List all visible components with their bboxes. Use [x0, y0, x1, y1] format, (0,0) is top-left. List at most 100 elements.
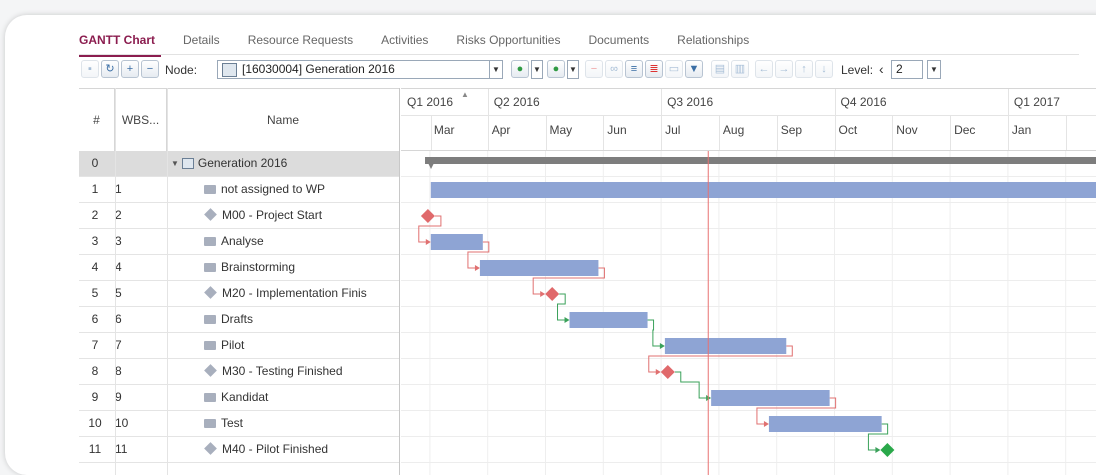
dependency-arrow[interactable]	[659, 343, 665, 349]
row-number: 5	[91, 286, 99, 300]
row-name: Brainstorming	[221, 260, 296, 274]
level-decrease-icon[interactable]: ‹	[879, 61, 884, 77]
dependency-arrow[interactable]	[763, 421, 769, 427]
tab-bar: GANTT Chart Details Resource Requests Ac…	[79, 33, 777, 57]
table-row[interactable]: 1 1 not assigned to WP	[79, 177, 399, 203]
milestone-icon	[204, 286, 217, 299]
dependency-arrow[interactable]	[875, 447, 881, 453]
add-task-dropdown-icon[interactable]: ▼	[531, 60, 543, 79]
tab-activities[interactable]: Activities	[381, 33, 428, 51]
row-number: 4	[91, 260, 99, 274]
level-select[interactable]: 2	[891, 60, 923, 79]
outdent-icon[interactable]: ←	[755, 60, 773, 78]
month-label: Sep	[780, 123, 803, 137]
grid-header: # WBS... Name ▲	[79, 88, 469, 152]
dependency-arrow[interactable]	[474, 265, 480, 271]
save-icon[interactable]: ▪	[81, 60, 99, 78]
milestone-marker[interactable]	[420, 209, 435, 223]
zoom-out-icon[interactable]: −	[141, 60, 159, 78]
table-row[interactable]: 3 3 Analyse	[79, 229, 399, 255]
node-select[interactable]: [16030004] Generation 2016	[217, 60, 502, 79]
milestone-marker[interactable]	[545, 287, 560, 301]
dependency-arrow[interactable]	[655, 369, 661, 375]
node-dropdown-arrow-icon[interactable]: ▼	[489, 60, 503, 79]
row-name: M00 - Project Start	[222, 208, 323, 222]
add-subtask-icon[interactable]: ●	[547, 60, 565, 78]
task-icon	[204, 237, 216, 246]
task-grid: # WBS... Name ▲ 0 ▼ Generation 2016 1 1 not a…	[79, 88, 469, 475]
row-name-cell: Test	[204, 411, 432, 436]
table-row[interactable]: 8 8 M30 - Testing Finished	[79, 359, 399, 385]
indent-icon[interactable]: →	[775, 60, 793, 78]
row-wbs: 9	[115, 390, 122, 404]
critical-path-icon[interactable]: ≣	[645, 60, 663, 78]
level-dropdown-arrow-icon[interactable]: ▼	[927, 60, 941, 79]
task-bar[interactable]	[569, 312, 648, 328]
summary-bar[interactable]	[425, 157, 1096, 164]
node-label: Node:	[165, 63, 198, 77]
quarter-header: Q1 2016 Q2 2016 Q3 2016 Q4 2016 Q1 2017	[401, 88, 1096, 116]
month-label: Aug	[722, 123, 745, 137]
table-row[interactable]: 10 10 Test	[79, 411, 399, 437]
column-header-name[interactable]: Name	[167, 89, 399, 151]
tab-gantt-chart[interactable]: GANTT Chart	[79, 33, 161, 57]
row-name: Analyse	[221, 234, 264, 248]
task-bar[interactable]	[430, 234, 483, 250]
move-up-icon[interactable]: ↑	[795, 60, 813, 78]
tab-resource-requests[interactable]: Resource Requests	[248, 33, 353, 51]
tab-documents[interactable]: Documents	[588, 33, 649, 51]
task-bar[interactable]	[479, 260, 599, 276]
table-row[interactable]: 6 6 Drafts	[79, 307, 399, 333]
task-bar[interactable]	[768, 416, 882, 432]
filter-icon[interactable]: ▼	[685, 60, 703, 78]
add-subtask-dropdown-icon[interactable]: ▼	[567, 60, 579, 79]
dependency-arrow[interactable]	[540, 291, 546, 297]
month-divider	[950, 115, 952, 150]
row-wbs: 8	[115, 364, 122, 378]
column-header-wbs[interactable]: WBS...	[115, 89, 167, 151]
column-header-number[interactable]: #	[79, 89, 115, 151]
milestone-marker[interactable]	[660, 365, 675, 379]
month-divider	[892, 115, 894, 150]
month-label: May	[549, 123, 573, 137]
row-name-cell: not assigned to WP	[204, 177, 432, 202]
link-icon[interactable]: ∞	[605, 60, 623, 78]
month-label: Oct	[838, 123, 858, 137]
table-row[interactable]: 11 11 M40 - Pilot Finished	[79, 437, 399, 463]
print-icon[interactable]: ▥	[731, 60, 749, 78]
row-wbs: 3	[115, 234, 122, 248]
table-row[interactable]: 9 9 Kandidat	[79, 385, 399, 411]
month-divider	[545, 115, 547, 150]
quarter-divider	[487, 89, 489, 115]
month-divider	[487, 115, 489, 150]
table-icon[interactable]: ≡	[625, 60, 643, 78]
task-bar[interactable]	[711, 390, 830, 406]
row-number: 8	[91, 364, 99, 378]
task-bar[interactable]	[664, 338, 787, 354]
table-row[interactable]: 5 5 M20 - Implementation Finis	[79, 281, 399, 307]
node-select-value: [16030004] Generation 2016	[242, 62, 395, 76]
task-bar[interactable]	[430, 182, 1096, 198]
row-name: Test	[221, 416, 244, 430]
export-icon[interactable]: ▤	[711, 60, 729, 78]
refresh-icon[interactable]: ↻	[101, 60, 119, 78]
table-row[interactable]: 2 2 M00 - Project Start	[79, 203, 399, 229]
dependency-arrow[interactable]	[564, 317, 570, 323]
tab-relationships[interactable]: Relationships	[677, 33, 749, 51]
tab-divider	[79, 54, 1079, 55]
month-divider	[603, 115, 605, 150]
add-task-icon[interactable]: ●	[511, 60, 529, 78]
month-label: Dec	[954, 123, 976, 137]
table-row[interactable]: 0 ▼ Generation 2016	[79, 151, 399, 177]
row-number: 11	[88, 442, 102, 456]
tab-details[interactable]: Details	[183, 33, 220, 51]
row-name: Generation 2016	[197, 156, 288, 170]
baseline-icon[interactable]: ▭	[665, 60, 683, 78]
table-row[interactable]: 7 7 Pilot	[79, 333, 399, 359]
tab-risks-opportunities[interactable]: Risks Opportunities	[456, 33, 560, 51]
collapse-toggle-icon[interactable]: ▼	[171, 151, 179, 176]
zoom-in-icon[interactable]: +	[121, 60, 139, 78]
move-down-icon[interactable]: ↓	[815, 60, 833, 78]
delete-icon[interactable]: −	[585, 60, 603, 78]
table-row[interactable]: 4 4 Brainstorming	[79, 255, 399, 281]
